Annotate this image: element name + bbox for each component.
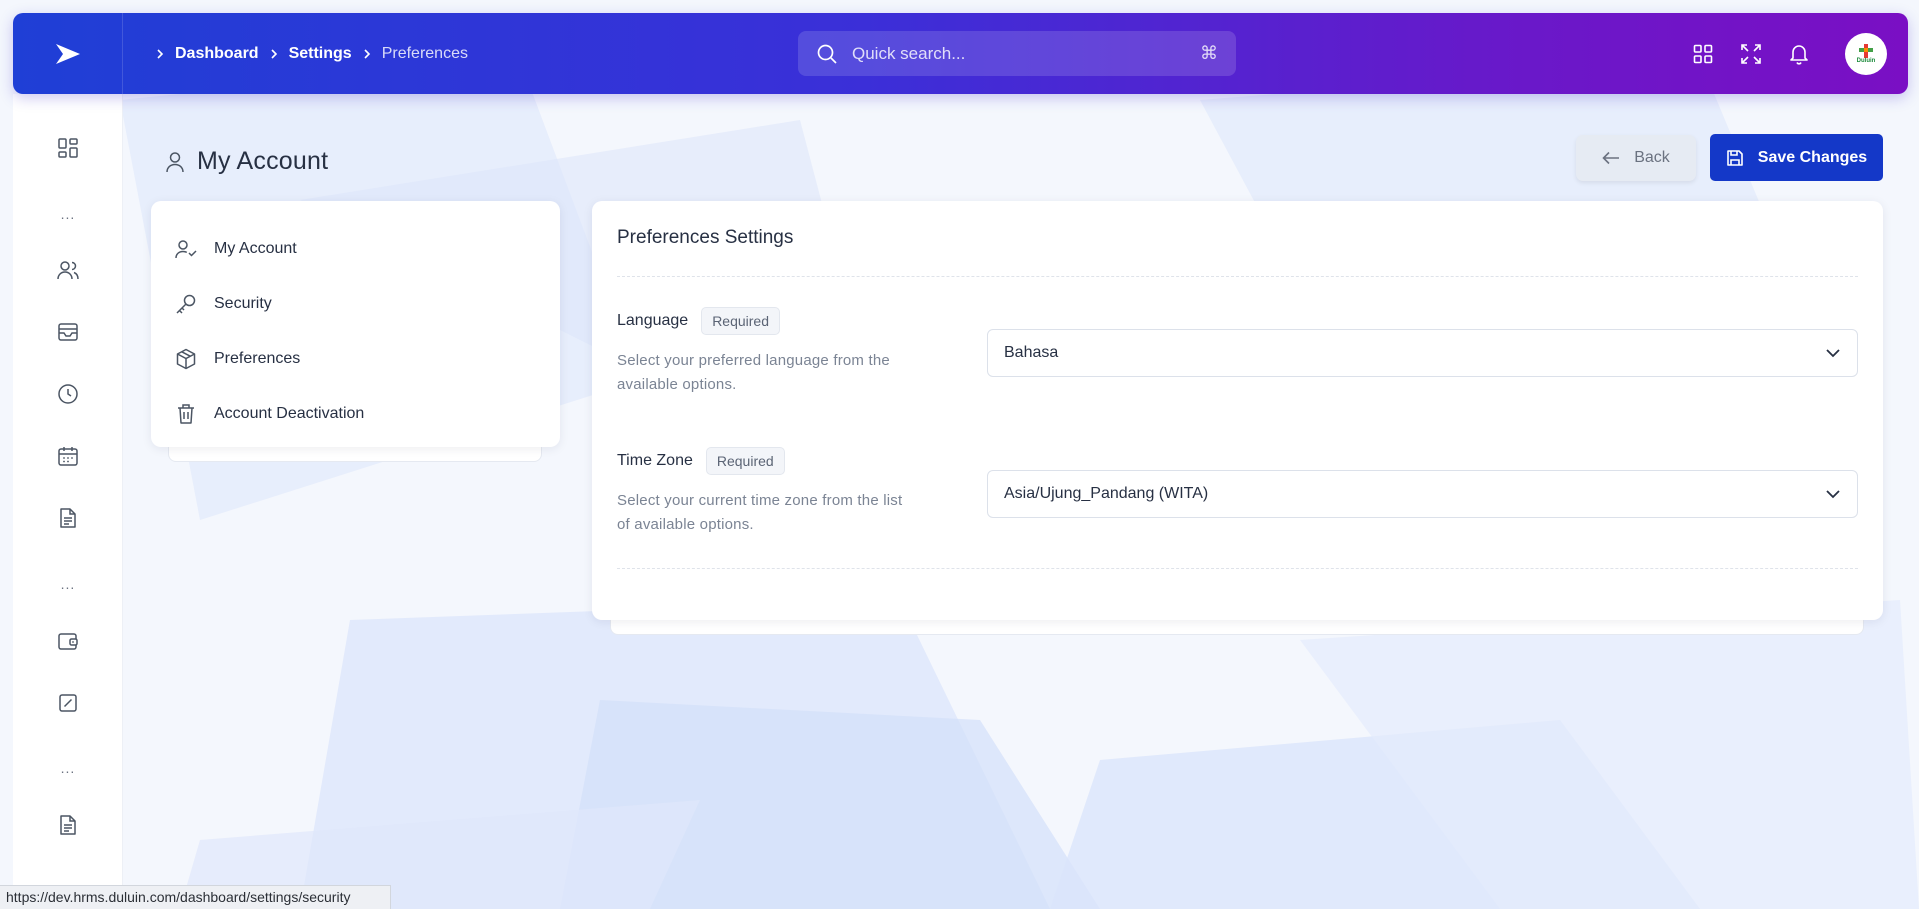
sidebar-separator: ... <box>60 206 76 222</box>
breadcrumb-settings[interactable]: Settings <box>289 45 352 63</box>
file-icon <box>60 815 76 835</box>
sidebar-item-inbox[interactable] <box>54 318 82 346</box>
sidebar-item-documents[interactable] <box>54 504 82 532</box>
status-bar-url: https://dev.hrms.duluin.com/dashboard/se… <box>0 885 391 909</box>
chevron-right-icon <box>155 48 165 60</box>
clock-icon <box>58 384 78 404</box>
menu-item-label: Preferences <box>214 349 301 367</box>
user-avatar[interactable]: Duluin <box>1845 32 1887 75</box>
save-button-label: Save Changes <box>1757 148 1868 166</box>
menu-item-my-account[interactable]: My Account <box>151 221 560 276</box>
language-label-text: Language <box>617 312 689 329</box>
sidebar-item-wallet[interactable] <box>54 627 82 655</box>
chevron-right-icon <box>269 48 279 60</box>
inbox-icon <box>58 323 78 341</box>
bell-icon <box>1790 44 1808 65</box>
page-title: My Account <box>165 147 328 176</box>
user-icon <box>166 151 184 172</box>
menu-item-preferences[interactable]: Preferences <box>151 331 560 386</box>
grid-icon <box>1693 44 1713 63</box>
timezone-label: Time Zone Required <box>617 447 785 475</box>
timezone-select-value: Asia/Ujung_Pandang (WITA) <box>1004 485 1209 502</box>
company-logo-icon <box>1859 43 1873 58</box>
sidebar-item-attendance[interactable] <box>54 380 82 408</box>
menu-item-security[interactable]: Security <box>151 276 560 331</box>
app-logo[interactable] <box>13 13 123 94</box>
chevron-right-icon <box>362 48 372 60</box>
fullscreen-button[interactable] <box>1727 30 1775 78</box>
timezone-select[interactable]: Asia/Ujung_Pandang (WITA) <box>987 470 1858 518</box>
language-label: Language Required <box>617 307 781 335</box>
breadcrumb-preferences: Preferences <box>381 44 468 62</box>
language-select[interactable]: Bahasa <box>987 329 1858 377</box>
sidebar-nav: ... ... ... <box>13 94 123 909</box>
sidebar-separator: ... <box>60 576 76 592</box>
chevron-down-icon <box>1826 349 1840 358</box>
logo-arrow-icon <box>55 43 80 64</box>
top-header: Dashboard Settings Preferences Quick sea… <box>13 13 1908 94</box>
avatar-text: Duluin <box>1856 57 1876 64</box>
search-icon <box>817 44 837 64</box>
wallet-icon <box>58 633 78 650</box>
section-divider <box>617 568 1858 569</box>
save-icon <box>1726 149 1743 166</box>
language-help-text: Select your preferred language from the … <box>617 352 890 393</box>
user-check-icon <box>175 238 197 260</box>
sidebar-separator: ... <box>60 760 76 776</box>
grid-icon <box>58 138 78 158</box>
page-title-text: My Account <box>197 147 329 175</box>
sidebar-item-calendar[interactable] <box>54 442 82 470</box>
notifications-button[interactable] <box>1775 30 1823 78</box>
required-badge: Required <box>701 307 781 335</box>
header-actions: Duluin <box>1679 13 1908 94</box>
key-icon <box>175 293 197 315</box>
sidebar-item-dashboard[interactable] <box>54 134 82 162</box>
arrow-left-icon <box>1602 151 1620 165</box>
quick-search-input[interactable]: Quick search... ⌘ <box>798 31 1236 76</box>
package-icon <box>175 348 197 370</box>
breadcrumb-dashboard[interactable]: Dashboard <box>175 45 259 63</box>
expand-icon <box>1741 43 1761 64</box>
preferences-settings-card: Preferences Settings Language Required S… <box>592 201 1883 620</box>
menu-item-label: Account Deactivation <box>214 404 365 422</box>
sidebar-item-reports[interactable] <box>54 811 82 839</box>
calendar-icon <box>58 447 78 466</box>
timezone-label-text: Time Zone <box>617 452 693 469</box>
document-icon <box>60 508 76 528</box>
menu-item-label: My Account <box>214 239 297 257</box>
section-divider <box>617 276 1858 277</box>
sidebar-item-employees[interactable] <box>54 256 82 284</box>
required-badge: Required <box>705 447 785 475</box>
percent-icon <box>59 694 77 712</box>
section-title: Preferences Settings <box>617 227 794 248</box>
menu-item-account-deactivation[interactable]: Account Deactivation <box>151 386 560 441</box>
apps-grid-button[interactable] <box>1679 30 1727 78</box>
chevron-down-icon <box>1826 490 1840 499</box>
timezone-help-text: Select your current time zone from the l… <box>617 492 903 533</box>
language-select-value: Bahasa <box>1004 344 1059 361</box>
save-changes-button[interactable]: Save Changes <box>1710 134 1883 181</box>
back-button[interactable]: Back <box>1576 135 1696 181</box>
sidebar-item-tax[interactable] <box>54 689 82 717</box>
users-icon <box>57 261 79 280</box>
trash-icon <box>175 403 197 425</box>
menu-item-label: Security <box>214 294 272 312</box>
account-settings-menu: My Account Security Preferences Account … <box>151 201 560 447</box>
search-shortcut: ⌘ <box>1200 43 1218 63</box>
breadcrumb: Dashboard Settings Preferences <box>155 45 468 63</box>
search-placeholder: Quick search... <box>852 43 966 63</box>
back-button-label: Back <box>1634 149 1670 166</box>
